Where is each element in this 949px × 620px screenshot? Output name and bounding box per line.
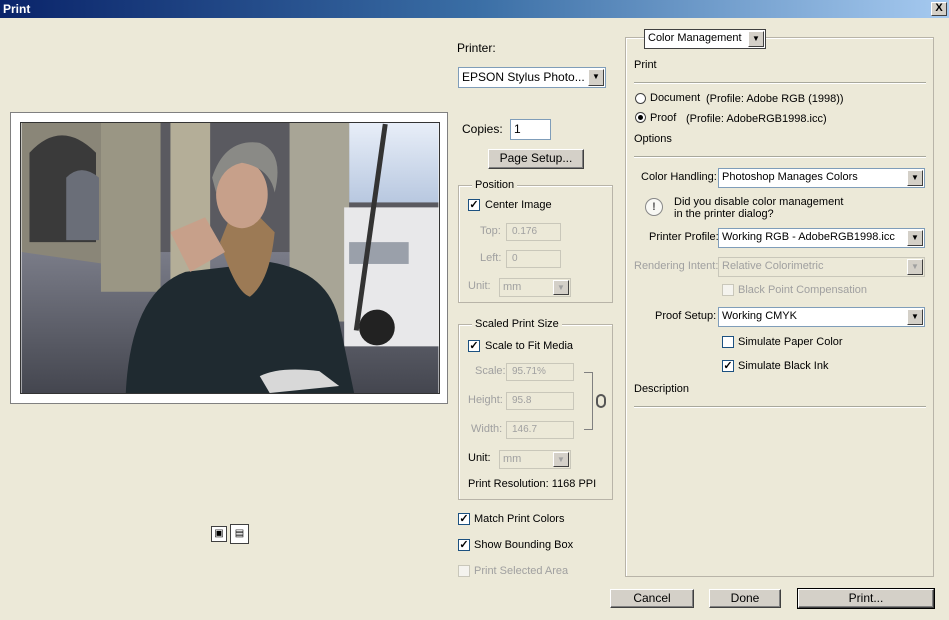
rendering-intent-label: Rendering Intent: (634, 260, 719, 272)
chevron-down-icon: ▼ (907, 259, 923, 275)
scale-to-fit-checkbox[interactable]: ✓ (468, 340, 480, 352)
position-legend: Position (472, 179, 518, 191)
color-handling-value: Photoshop Manages Colors (722, 171, 858, 183)
scale-input[interactable]: 95.71% (506, 363, 574, 381)
position-unit-label: Unit: (468, 280, 491, 292)
copies-input[interactable]: 1 (510, 119, 551, 140)
description-heading: Description (634, 383, 690, 395)
proof-setup-label: Proof Setup: (655, 310, 717, 322)
left-label: Left: (480, 252, 502, 264)
top-label: Top: (480, 225, 501, 237)
width-input[interactable]: 146.7 (506, 421, 574, 439)
proof-setup-select[interactable]: Working CMYK ▼ (718, 307, 925, 327)
chevron-down-icon: ▼ (907, 230, 923, 246)
print-heading: Print (634, 59, 657, 71)
page-orientation-icon[interactable]: ▣ (211, 526, 227, 542)
chevron-down-icon: ▼ (553, 452, 569, 467)
proof-profile: (Profile: AdobeRGB1998.icc) (686, 113, 827, 125)
document-label[interactable]: Document (650, 92, 700, 104)
scaled-unit-label: Unit: (468, 452, 491, 464)
chain-link-icon[interactable] (596, 394, 606, 408)
warning-icon: ! (645, 198, 663, 216)
photo-preview (20, 122, 440, 394)
center-image-label[interactable]: Center Image (485, 199, 552, 211)
scaled-unit-value: mm (503, 453, 522, 465)
print-selected-area-checkbox[interactable] (458, 565, 470, 577)
printer-select-value: EPSON Stylus Photo... (462, 70, 585, 84)
page-setup-button[interactable]: Page Setup... (488, 149, 584, 169)
cancel-button[interactable]: Cancel (610, 589, 694, 608)
proof-setup-value: Working CMYK (722, 310, 797, 322)
rendering-intent-select[interactable]: Relative Colorimetric ▼ (718, 257, 925, 277)
printer-label: Printer: (457, 41, 496, 55)
copies-label: Copies: (462, 122, 503, 136)
left-input[interactable]: 0 (506, 250, 561, 268)
color-handling-select[interactable]: Photoshop Manages Colors ▼ (718, 168, 925, 188)
options-heading: Options (634, 133, 672, 145)
section-select[interactable]: Color Management ▼ (644, 29, 766, 49)
simulate-black-checkbox[interactable]: ✓ (722, 360, 734, 372)
document-profile: (Profile: Adobe RGB (1998)) (706, 93, 844, 105)
width-label: Width: (471, 423, 503, 435)
divider (634, 82, 926, 84)
center-image-checkbox[interactable]: ✓ (468, 199, 480, 211)
chevron-down-icon: ▼ (588, 69, 604, 86)
simulate-paper-label[interactable]: Simulate Paper Color (738, 336, 843, 348)
close-button[interactable]: X (931, 2, 947, 16)
printer-profile-value: Working RGB - AdobeRGB1998.icc (722, 231, 895, 243)
chevron-down-icon: ▼ (907, 309, 923, 325)
print-resolution-text: Print Resolution: 1168 PPI (468, 478, 597, 490)
height-label: Height: (468, 394, 503, 406)
warning-line-2: in the printer dialog? (674, 208, 774, 220)
warning-line-1: Did you disable color management (674, 196, 844, 208)
simulate-paper-checkbox[interactable] (722, 336, 734, 348)
preview-settings-icon[interactable]: ▤ (230, 524, 249, 544)
scaled-print-size-legend: Scaled Print Size (472, 318, 562, 330)
window-title: Print (3, 2, 31, 16)
section-select-value: Color Management (648, 32, 742, 44)
window-title-bar: Print (0, 0, 949, 18)
printer-profile-label: Printer Profile: (649, 231, 719, 243)
scaled-unit-select[interactable]: mm ▼ (499, 450, 571, 469)
printer-profile-select[interactable]: Working RGB - AdobeRGB1998.icc ▼ (718, 228, 925, 248)
printer-select[interactable]: EPSON Stylus Photo... ▼ (458, 67, 606, 88)
color-handling-label: Color Handling: (641, 171, 717, 183)
match-print-colors-checkbox[interactable]: ✓ (458, 513, 470, 525)
height-input[interactable]: 95.8 (506, 392, 574, 410)
chevron-down-icon: ▼ (907, 170, 923, 186)
scale-label: Scale: (475, 365, 506, 377)
black-point-checkbox[interactable] (722, 284, 734, 296)
document-radio[interactable] (635, 93, 646, 104)
chevron-down-icon: ▼ (553, 280, 569, 295)
show-bounding-box-label[interactable]: Show Bounding Box (474, 539, 573, 551)
close-icon: X (935, 2, 943, 14)
show-bounding-box-checkbox[interactable]: ✓ (458, 539, 470, 551)
position-unit-select[interactable]: mm ▼ (499, 278, 571, 297)
done-button[interactable]: Done (709, 589, 781, 608)
divider (634, 156, 926, 158)
scale-to-fit-label[interactable]: Scale to Fit Media (485, 340, 573, 352)
print-preview-frame (10, 112, 448, 404)
chevron-down-icon: ▼ (748, 31, 764, 47)
match-print-colors-label[interactable]: Match Print Colors (474, 513, 564, 525)
proof-radio[interactable] (635, 112, 646, 123)
proof-label[interactable]: Proof (650, 112, 676, 124)
position-unit-value: mm (503, 281, 522, 293)
black-point-label[interactable]: Black Point Compensation (738, 284, 867, 296)
top-input[interactable]: 0.176 (506, 223, 561, 241)
print-selected-area-label[interactable]: Print Selected Area (474, 565, 568, 577)
rendering-intent-value: Relative Colorimetric (722, 260, 824, 272)
divider (634, 406, 926, 408)
simulate-black-label[interactable]: Simulate Black Ink (738, 360, 828, 372)
print-button[interactable]: Print... (797, 588, 935, 609)
link-bracket (584, 372, 593, 430)
